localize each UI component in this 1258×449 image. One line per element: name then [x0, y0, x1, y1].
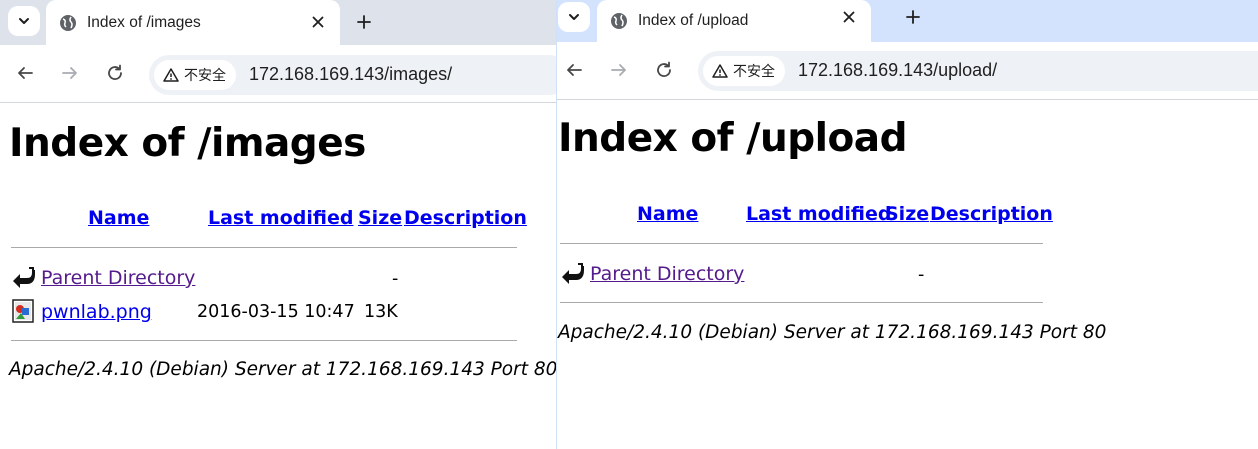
link-pwnlab-png[interactable]: pwnlab.png — [41, 301, 152, 323]
tab-close-button[interactable] — [839, 7, 859, 27]
row-size: - — [392, 269, 399, 289]
server-signature: Apache/2.4.10 (Debian) Server at 172.168… — [9, 359, 556, 380]
column-header-last-modified[interactable]: Last modified — [746, 203, 891, 225]
browser-window-upload: Index of /upload 不安全 172.168.169.143/upl… — [557, 0, 1258, 449]
back-arrow-icon — [13, 267, 35, 288]
url-text[interactable]: 172.168.169.143/upload/ — [798, 60, 997, 81]
chevron-down-icon — [19, 18, 29, 24]
divider-bottom — [11, 340, 517, 341]
tab-strip: Index of /upload — [557, 0, 1258, 42]
tab-strip: Index of /images — [0, 0, 556, 45]
tab-images[interactable]: Index of /images — [46, 0, 340, 45]
arrow-left-icon — [18, 67, 33, 79]
arrow-left-icon — [567, 64, 582, 76]
url-text[interactable]: 172.168.169.143/images/ — [249, 64, 452, 85]
toolbar: 不安全 172.168.169.143/images/ — [0, 45, 556, 103]
row-last-modified: 2016-03-15 10:47 — [197, 302, 355, 322]
toolbar: 不安全 172.168.169.143/upload/ — [557, 42, 1258, 100]
browser-window-images: Index of /images 不安全 172.168.169.143/ima… — [0, 0, 556, 449]
close-icon — [312, 16, 324, 28]
divider-bottom — [560, 302, 1043, 303]
tab-search-button[interactable] — [8, 6, 40, 36]
page-title: Index of /images — [9, 121, 366, 166]
security-label: 不安全 — [184, 68, 226, 84]
column-header-description[interactable]: Description — [404, 207, 527, 229]
security-label: 不安全 — [733, 64, 775, 80]
warning-icon — [163, 68, 179, 82]
address-bar[interactable]: 不安全 172.168.169.143/images/ — [149, 55, 556, 95]
back-button[interactable] — [562, 58, 586, 82]
divider-top — [11, 247, 517, 248]
reload-icon — [108, 64, 122, 80]
link-parent-directory[interactable]: Parent Directory — [590, 263, 744, 285]
forward-button[interactable] — [58, 61, 82, 85]
divider-top — [560, 243, 1043, 244]
row-size: - — [918, 265, 925, 285]
plus-icon — [357, 15, 371, 29]
reload-button[interactable] — [103, 61, 127, 85]
column-header-description[interactable]: Description — [930, 203, 1053, 225]
tab-search-button[interactable] — [558, 2, 590, 32]
column-header-last-modified[interactable]: Last modified — [208, 207, 353, 229]
link-parent-directory[interactable]: Parent Directory — [41, 267, 195, 289]
reload-button[interactable] — [652, 58, 676, 82]
column-header-size[interactable]: Size — [358, 207, 402, 229]
tab-close-button[interactable] — [308, 12, 328, 32]
plus-icon — [906, 10, 920, 24]
globe-icon — [611, 13, 627, 29]
arrow-right-icon — [62, 67, 77, 79]
security-chip[interactable]: 不安全 — [703, 56, 785, 86]
security-chip[interactable]: 不安全 — [154, 60, 236, 90]
reload-icon — [657, 61, 671, 77]
column-header-name[interactable]: Name — [637, 203, 698, 225]
new-tab-button[interactable] — [352, 10, 376, 34]
globe-icon — [60, 14, 76, 31]
warning-icon — [712, 64, 728, 78]
back-arrow-icon — [562, 263, 584, 284]
column-header-name[interactable]: Name — [88, 207, 149, 229]
server-signature: Apache/2.4.10 (Debian) Server at 172.168… — [558, 322, 1107, 343]
address-bar[interactable]: 不安全 172.168.169.143/upload/ — [698, 51, 1258, 91]
arrow-right-icon — [611, 64, 626, 76]
tab-upload[interactable]: Index of /upload — [597, 0, 871, 42]
forward-button[interactable] — [607, 58, 631, 82]
tab-title: Index of /images — [87, 13, 201, 31]
new-tab-button[interactable] — [901, 5, 925, 29]
back-button[interactable] — [13, 61, 37, 85]
close-icon — [843, 11, 855, 23]
image-file-icon — [12, 299, 34, 323]
column-header-size[interactable]: Size — [885, 203, 929, 225]
page-title: Index of /upload — [558, 116, 908, 161]
row-size: 13K — [364, 302, 398, 322]
chevron-down-icon — [569, 14, 579, 20]
tab-title: Index of /upload — [638, 12, 749, 29]
